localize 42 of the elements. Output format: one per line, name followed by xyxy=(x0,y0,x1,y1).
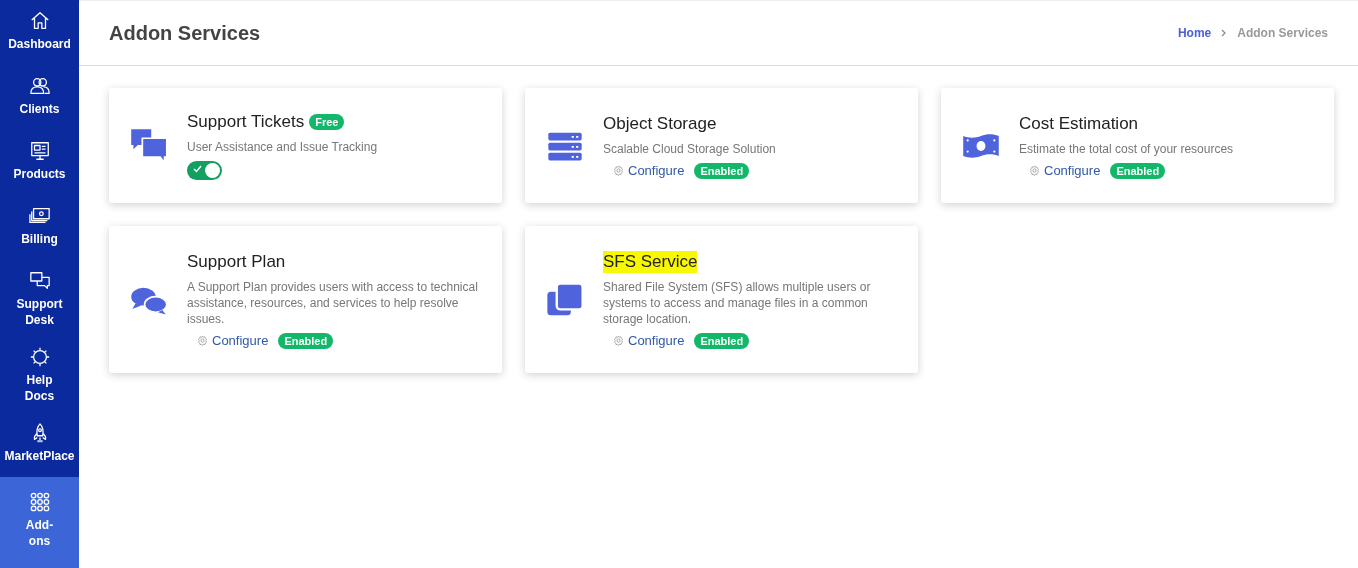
status-badge: Enabled xyxy=(278,332,334,349)
free-badge: Free xyxy=(309,114,345,130)
configure-link[interactable]: Configure xyxy=(197,333,269,348)
chat-icon xyxy=(28,270,51,292)
gear-icon xyxy=(28,346,51,368)
configure-link[interactable]: Configure xyxy=(613,333,685,348)
monitor-icon xyxy=(28,140,51,162)
card-title: Object Storage xyxy=(603,112,717,135)
sidebar-item[interactable]: Products xyxy=(0,130,79,195)
status-badge: Enabled xyxy=(694,332,750,349)
gear-icon xyxy=(613,335,624,346)
sidebar-item[interactable]: Clients xyxy=(0,65,79,130)
card-title: Support Plan xyxy=(187,250,286,273)
configure-link[interactable]: Configure xyxy=(1029,163,1101,178)
sidebar-item[interactable]: Add-ons xyxy=(0,477,79,568)
configure-link[interactable]: Configure xyxy=(613,163,685,178)
status-badge: Enabled xyxy=(694,162,750,179)
sidebar-item[interactable]: Dashboard xyxy=(0,0,79,65)
card-description: A Support Plan provides users with access to technical assistance, resources, and services to help resolve issues. xyxy=(187,278,479,327)
status-badge: Enabled xyxy=(1110,162,1166,179)
sidebar-item[interactable]: MarketPlace xyxy=(0,412,79,477)
breadcrumb-link[interactable]: Home xyxy=(1177,26,1212,40)
gear-icon xyxy=(1029,165,1040,176)
card-description: Scalable Cloud Storage Solution xyxy=(603,140,777,157)
grid-icon xyxy=(28,491,51,513)
house-icon xyxy=(28,10,51,32)
card-title: Support Tickets xyxy=(187,111,305,133)
sidebar-item[interactable]: Billing xyxy=(0,195,79,260)
chevron-icon xyxy=(1221,29,1228,37)
gear-icon xyxy=(197,335,208,346)
card-description: Estimate the total cost of your resources xyxy=(1019,140,1235,157)
toggle-switch[interactable] xyxy=(187,161,222,180)
card-title: SFS Service xyxy=(603,250,698,273)
card-description: User Assistance and Issue Tracking xyxy=(187,139,379,155)
check-icon xyxy=(193,165,202,173)
card-description: Shared File System (SFS) allows multiple users or systems to access and manage files in a common storage location. xyxy=(603,278,872,327)
people-icon xyxy=(28,75,51,97)
sidebar-item[interactable]: Help Docs xyxy=(0,336,79,412)
sidebar-item[interactable]: Support Desk xyxy=(0,260,79,336)
card-title: Cost Estimation xyxy=(1019,112,1139,135)
gear-icon xyxy=(613,165,624,176)
page-title: Addon Services xyxy=(109,21,261,45)
